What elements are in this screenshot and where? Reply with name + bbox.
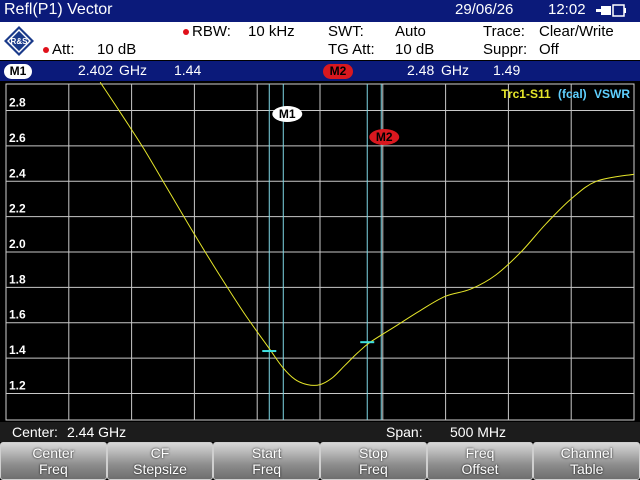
marker-points: [262, 341, 375, 353]
y-tick-label: 2.8: [9, 96, 26, 110]
date-display: 29/06/26: [455, 1, 514, 18]
trace-value[interactable]: Clear/Write: [539, 23, 614, 40]
vswr-plot-area[interactable]: 1.2 1.4 1.6 1.8 2.0 2.2 2.4 2.6 2.8 M1 M2 Trc1-S1…: [0, 82, 640, 422]
marker-m1-value: 1.44: [174, 62, 202, 78]
title-bar: Refl(P1) Vector 29/06/26 12:02: [0, 0, 640, 22]
swt-label: SWT:: [328, 23, 364, 40]
rbw-label: RBW:: [192, 23, 231, 40]
marker-m2-unit: GHz: [441, 62, 469, 78]
frequency-info-bar: Center: 2.44 GHz Span: 500 MHz: [0, 422, 640, 442]
span-value: 500 MHz: [450, 424, 507, 440]
tg-att-label: TG Att:: [328, 41, 375, 58]
att-indicator-dot: [43, 47, 49, 53]
marker-m1-badge[interactable]: M1: [4, 64, 32, 79]
suppr-value[interactable]: Off: [539, 41, 559, 58]
att-label: Att:: [52, 41, 75, 58]
suppr-label: Suppr:: [483, 41, 528, 58]
plot-grid: [5, 83, 635, 421]
battery-plug-icon: [596, 4, 626, 17]
center-value: 2.44 GHz: [67, 424, 127, 440]
start-freq-softkey[interactable]: Start Freq: [213, 442, 321, 480]
svg-text:R&S: R&S: [11, 37, 29, 46]
rohde-schwarz-logo: R&S: [4, 26, 34, 56]
softkey-bar: Center Freq CF Stepsize Start Freq Stop Freq…: [0, 442, 640, 480]
marker-m1-unit: GHz: [119, 62, 147, 78]
y-tick-label: 1.6: [9, 308, 26, 322]
tg-att-value[interactable]: 10 dB: [395, 41, 434, 58]
y-tick-label: 2.4: [9, 166, 26, 180]
center-freq-softkey[interactable]: Center Freq: [0, 442, 107, 480]
marker-readout-bar: M1 2.402 GHz 1.44 M2 2.48 GHz 1.49: [0, 61, 640, 81]
att-value[interactable]: 10 dB: [97, 41, 136, 58]
trace-name-label: Trc1-S11 (fcal) VSWR: [501, 87, 630, 101]
y-tick-label: 2.0: [9, 237, 26, 251]
cf-stepsize-softkey[interactable]: CF Stepsize: [106, 442, 214, 480]
y-tick-label: 2.6: [9, 131, 26, 145]
marker-badge-label-m2: M2: [376, 130, 393, 144]
time-display: 12:02: [548, 1, 586, 18]
freq-offset-softkey[interactable]: Freq Offset: [426, 442, 534, 480]
marker-badges: M1 M2: [272, 106, 400, 145]
trace-label: Trace:: [483, 23, 525, 40]
center-label: Center:: [12, 424, 58, 440]
y-tick-label: 1.2: [9, 378, 26, 392]
y-tick-label: 1.4: [9, 343, 26, 357]
marker-m2-frequency: 2.48: [407, 62, 435, 78]
rbw-indicator-dot: [183, 29, 189, 35]
span-label: Span:: [386, 424, 423, 440]
settings-panel: R&S Att: 10 dB RBW: 10 kHz SWT: Auto TG …: [0, 22, 640, 60]
stop-freq-softkey[interactable]: Stop Freq: [320, 442, 427, 480]
y-tick-label: 1.8: [9, 272, 26, 286]
marker-badge-label-m1: M1: [279, 107, 296, 121]
y-tick-label: 2.2: [9, 202, 26, 216]
marker-m2-badge[interactable]: M2: [323, 64, 353, 79]
marker-m1-frequency: 2.402: [78, 62, 114, 78]
marker-m2-value: 1.49: [493, 62, 521, 78]
y-axis-tick-labels: 1.2 1.4 1.6 1.8 2.0 2.2 2.4 2.6 2.8: [9, 96, 26, 393]
rbw-value[interactable]: 10 kHz: [248, 23, 295, 40]
vswr-chart: 1.2 1.4 1.6 1.8 2.0 2.2 2.4 2.6 2.8 M1 M2 Trc1-S1…: [5, 82, 635, 421]
channel-table-softkey[interactable]: Channel Table: [533, 442, 640, 480]
swt-value[interactable]: Auto: [395, 23, 426, 40]
measurement-mode-title: Refl(P1) Vector: [4, 1, 113, 18]
